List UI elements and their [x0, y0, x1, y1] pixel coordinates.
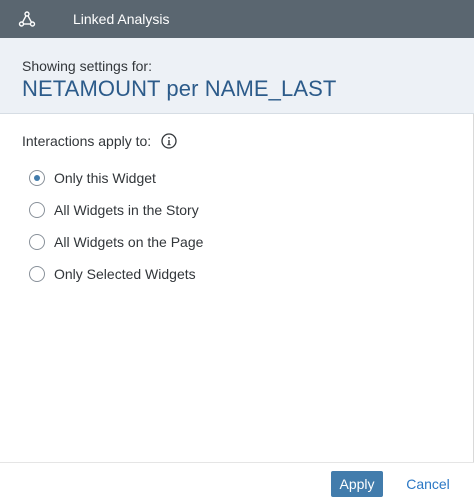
- interactions-label: Interactions apply to:: [22, 133, 152, 149]
- interactions-section: Interactions apply to: Only this Widget …: [0, 115, 474, 461]
- radio-label: All Widgets on the Page: [54, 234, 204, 250]
- cancel-button[interactable]: Cancel: [398, 471, 458, 497]
- settings-header: Showing settings for: NETAMOUNT per NAME…: [0, 38, 474, 114]
- apply-button[interactable]: Apply: [331, 471, 383, 497]
- linked-analysis-icon: [18, 10, 36, 28]
- panel-titlebar: Linked Analysis: [0, 0, 474, 38]
- linked-analysis-panel: Linked Analysis Showing settings for: NE…: [0, 0, 474, 501]
- radio-label: All Widgets in the Story: [54, 202, 199, 218]
- widget-name-heading: NETAMOUNT per NAME_LAST: [22, 76, 337, 101]
- radio-all-widgets-story[interactable]: All Widgets in the Story: [29, 202, 199, 218]
- radio-button[interactable]: [29, 170, 45, 186]
- radio-button[interactable]: [29, 266, 45, 282]
- panel-footer: Apply Cancel: [0, 462, 474, 501]
- radio-label: Only this Widget: [54, 170, 156, 186]
- radio-button[interactable]: [29, 202, 45, 218]
- panel-title: Linked Analysis: [73, 11, 170, 27]
- interactions-label-row: Interactions apply to:: [22, 133, 177, 149]
- radio-label: Only Selected Widgets: [54, 266, 196, 282]
- radio-all-widgets-page[interactable]: All Widgets on the Page: [29, 234, 203, 250]
- radio-only-selected-widgets[interactable]: Only Selected Widgets: [29, 266, 196, 282]
- showing-settings-label: Showing settings for:: [22, 58, 152, 74]
- radio-button[interactable]: [29, 234, 45, 250]
- info-icon[interactable]: [161, 133, 177, 149]
- radio-only-this-widget[interactable]: Only this Widget: [29, 170, 156, 186]
